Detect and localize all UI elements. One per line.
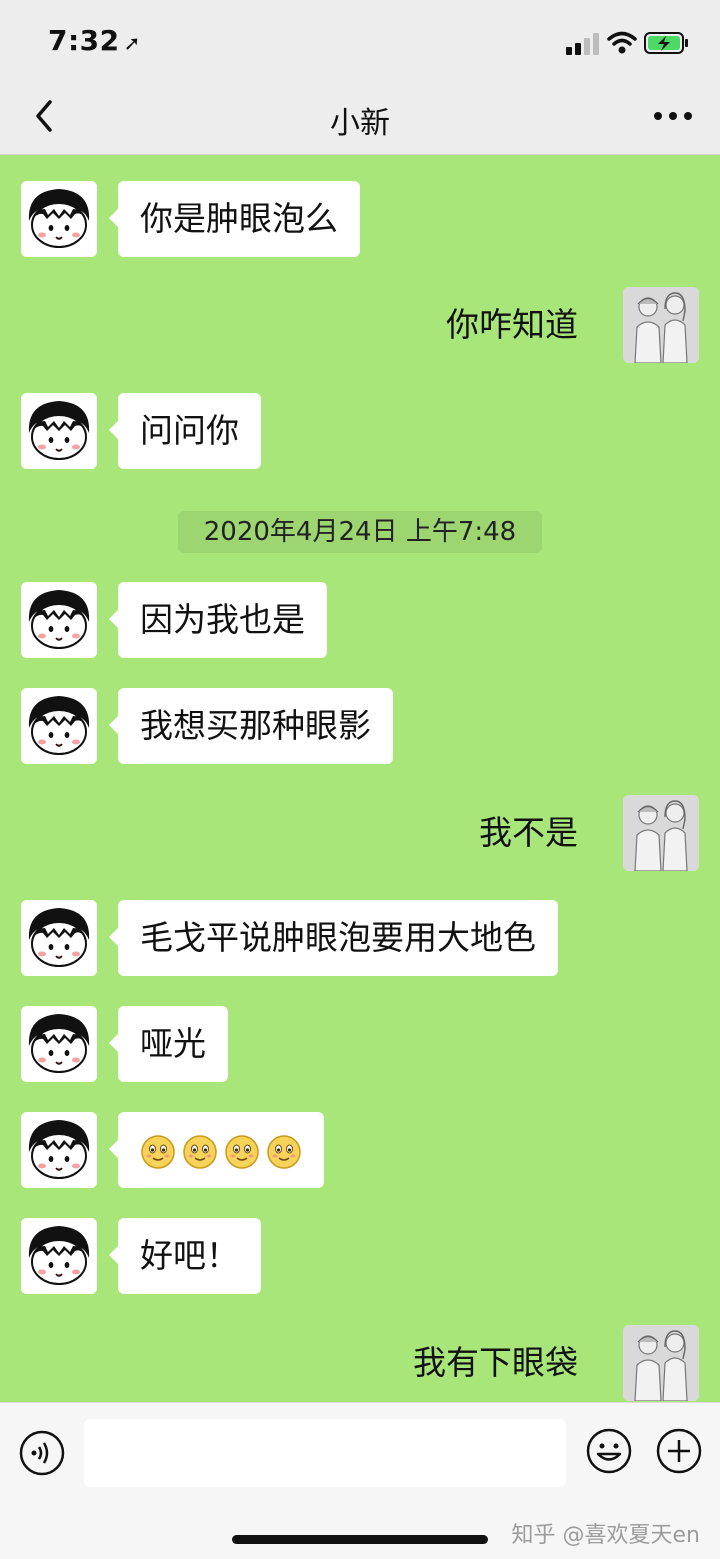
self-avatar[interactable] [623, 1325, 699, 1401]
status-time-text: 7:32 [48, 24, 120, 57]
more-options-icon[interactable] [648, 96, 698, 136]
message-bubble[interactable]: 我想买那种眼影 [109, 688, 393, 764]
contact-avatar[interactable] [21, 393, 97, 469]
message-text-self[interactable]: 我不是 [479, 795, 578, 871]
add-attachment-icon[interactable] [655, 1427, 703, 1475]
smile-emoji-icon [266, 1134, 302, 1170]
self-avatar[interactable] [623, 287, 699, 363]
contact-avatar[interactable] [21, 1006, 97, 1082]
contact-avatar[interactable] [21, 1112, 97, 1188]
cellular-signal-icon [566, 33, 599, 55]
watermark-text: 知乎 @喜欢夏天en [511, 1523, 700, 1548]
message-row: 我不是 [0, 795, 720, 875]
message-bubble[interactable]: 你是肿眼泡么 [109, 181, 360, 257]
contact-avatar[interactable] [21, 582, 97, 658]
message-row: 毛戈平说肿眼泡要用大地色 [0, 900, 720, 980]
message-text-self[interactable]: 我有下眼袋 [413, 1325, 578, 1401]
message-row: 哑光 [0, 1006, 720, 1086]
smile-emoji-icon [140, 1134, 176, 1170]
message-row: 我想买那种眼影 [0, 688, 720, 768]
contact-avatar[interactable] [21, 688, 97, 764]
battery-charging-icon [644, 32, 688, 54]
chat-header: 小新 [0, 86, 720, 155]
chat-title: 小新 [330, 106, 390, 141]
message-bubble[interactable]: 问问你 [109, 393, 261, 469]
status-bar: 7:32 ➚ [0, 0, 720, 86]
input-bar: 知乎 @喜欢夏天en [0, 1402, 720, 1559]
wifi-icon [607, 31, 637, 54]
message-row: 你是肿眼泡么 [0, 181, 720, 261]
status-time: 7:32 ➚ [48, 24, 141, 57]
smile-emoji-icon [182, 1134, 218, 1170]
message-bubble[interactable]: 哑光 [109, 1006, 228, 1082]
location-arrow-icon: ➚ [123, 31, 141, 55]
voice-input-icon[interactable] [18, 1429, 66, 1477]
timestamp-label: 2020年4月24日 上午7:48 [178, 511, 542, 553]
message-row: 我有下眼袋 [0, 1325, 720, 1405]
emoji-message-bubble[interactable] [109, 1112, 324, 1188]
smile-emoji-icon [224, 1134, 260, 1170]
contact-avatar[interactable] [21, 900, 97, 976]
self-avatar[interactable] [623, 795, 699, 871]
message-input[interactable] [84, 1419, 566, 1487]
message-bubble[interactable]: 因为我也是 [109, 582, 327, 658]
home-indicator[interactable] [232, 1535, 488, 1544]
message-row: 好吧！ [0, 1218, 720, 1298]
message-row [0, 1112, 720, 1192]
message-bubble[interactable]: 毛戈平说肿眼泡要用大地色 [109, 900, 558, 976]
chat-message-list[interactable]: 你是肿眼泡么 你咋知道 问问你 2020年4月24日 上午7:48 因为我也是 … [0, 155, 720, 1402]
emoji-picker-icon[interactable] [585, 1427, 633, 1475]
message-text-self[interactable]: 你咋知道 [446, 287, 578, 363]
contact-avatar[interactable] [21, 1218, 97, 1294]
message-row: 你咋知道 [0, 287, 720, 367]
message-row: 因为我也是 [0, 582, 720, 662]
message-row: 问问你 [0, 393, 720, 473]
message-bubble[interactable]: 好吧！ [109, 1218, 261, 1294]
contact-avatar[interactable] [21, 181, 97, 257]
